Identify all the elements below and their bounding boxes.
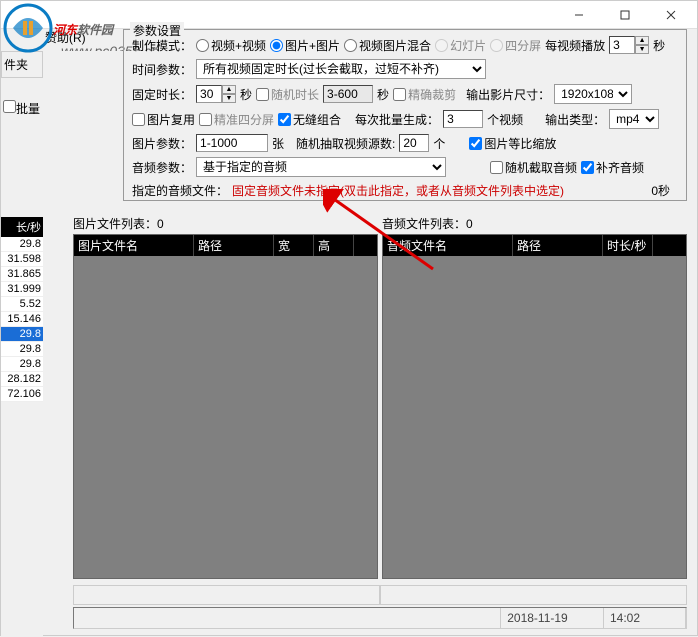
fieldset-legend: 参数设置 — [130, 22, 184, 39]
left-list-row[interactable]: 15.146 — [1, 312, 43, 327]
mode-label: 制作模式： — [132, 37, 192, 54]
fixed-len-label: 固定时长： — [132, 86, 192, 103]
output-type-label: 输出类型： — [545, 111, 605, 128]
duration-label: 时间参数： — [132, 61, 192, 78]
per-video-spinner[interactable]: ▲▼ — [609, 36, 649, 54]
batch-checkbox[interactable]: 批量 — [3, 102, 40, 116]
watermark-logo-area: 河东软件园 — [3, 3, 113, 53]
status-time: 14:02 — [604, 608, 686, 628]
batch-gen-unit: 个视频 — [487, 111, 523, 128]
fixed-len-unit: 秒 — [240, 86, 252, 103]
left-list-row[interactable]: 5.52 — [1, 297, 43, 312]
left-list-row[interactable]: 29.8 — [1, 237, 43, 252]
precise-quad-checkbox[interactable]: 精准四分屏 — [199, 111, 274, 128]
random-extract-unit: 个 — [433, 135, 445, 152]
left-list-row[interactable]: 31.999 — [1, 282, 43, 297]
mode-radio-mixed[interactable]: 视频图片混合 — [344, 37, 431, 54]
img-params-input[interactable] — [196, 134, 268, 152]
mode-radio-image[interactable]: 图片+图片 — [270, 37, 340, 54]
mode-radio-quad: 四分屏 — [490, 37, 541, 54]
fixed-len-spinner[interactable]: ▲▼ — [196, 85, 236, 103]
img-params-label: 图片参数： — [132, 135, 192, 152]
random-audio-checkbox[interactable]: 随机截取音频 — [490, 159, 577, 176]
pad-audio-checkbox[interactable]: 补齐音频 — [581, 159, 644, 176]
image-file-grid[interactable]: 图片文件名 路径 宽 高 — [73, 234, 378, 579]
aud-col-duration: 时长/秒 — [603, 235, 653, 256]
precise-crop-checkbox[interactable]: 精确裁剪 — [393, 86, 456, 103]
left-list-row[interactable]: 29.8 — [1, 342, 43, 357]
status-bar: 2018-11-19 14:02 — [73, 607, 687, 629]
status-date: 2018-11-19 — [501, 608, 604, 628]
mode-radio-video[interactable]: 视频+视频 — [196, 37, 266, 54]
img-col-name: 图片文件名 — [74, 235, 194, 256]
output-size-label: 输出影片尺寸： — [466, 86, 550, 103]
audio-file-time: 0秒 — [651, 182, 670, 199]
audio-params-select[interactable]: 基于指定的音频 — [196, 157, 446, 177]
bottom-dividers — [73, 585, 687, 605]
random-extract-input[interactable] — [399, 134, 429, 152]
random-len-input[interactable] — [323, 85, 373, 103]
left-list-row[interactable]: 28.182 — [1, 372, 43, 387]
left-list-row[interactable]: 29.8 — [1, 357, 43, 372]
mode-radio-slideshow: 幻灯片 — [435, 37, 486, 54]
params-fieldset: 参数设置 制作模式： 视频+视频 图片+图片 视频图片混合 幻灯片 四分屏 每视… — [123, 29, 687, 201]
batch-gen-label: 每次批量生成： — [355, 111, 439, 128]
audio-file-grid[interactable]: 音频文件名 路径 时长/秒 — [382, 234, 687, 579]
output-size-select[interactable]: 1920x1080 — [554, 84, 632, 104]
logo-icon — [3, 3, 53, 53]
img-col-width: 宽 — [274, 235, 314, 256]
per-video-label: 每视频播放 — [545, 37, 605, 54]
output-type-select[interactable]: mp4 — [609, 109, 659, 129]
maximize-button[interactable] — [602, 3, 647, 27]
annotation-arrow — [323, 189, 443, 279]
left-duration-list: 长/秒 29.831.59831.86531.9995.5215.14629.8… — [1, 217, 43, 402]
left-list-row[interactable]: 29.8 — [1, 327, 43, 342]
img-params-unit: 张 — [272, 135, 284, 152]
random-extract-label: 随机抽取视频源数: — [296, 135, 395, 152]
left-column: 件夹 批量 长/秒 29.831.59831.86531.9995.5215.1… — [1, 51, 43, 637]
left-list-row[interactable]: 31.865 — [1, 267, 43, 282]
img-col-path: 路径 — [194, 235, 274, 256]
random-len-checkbox[interactable]: 随机时长 — [256, 86, 319, 103]
aud-col-path: 路径 — [513, 235, 603, 256]
seamless-checkbox[interactable]: 无缝组合 — [278, 111, 341, 128]
audio-params-label: 音频参数： — [132, 159, 192, 176]
watermark-brand: 河东软件园 — [53, 18, 113, 39]
random-len-unit: 秒 — [377, 86, 389, 103]
img-scale-checkbox[interactable]: 图片等比缩放 — [469, 135, 556, 152]
batch-gen-input[interactable] — [443, 110, 483, 128]
duration-select[interactable]: 所有视频固定时长(过长会截取，过短不补齐) — [196, 59, 486, 79]
left-list-header: 长/秒 — [1, 217, 43, 237]
left-col-header: 件夹 — [1, 51, 43, 78]
close-button[interactable] — [648, 3, 693, 27]
left-list-row[interactable]: 31.598 — [1, 252, 43, 267]
audio-file-label: 指定的音频文件： — [132, 182, 228, 199]
img-reuse-checkbox[interactable]: 图片复用 — [132, 111, 195, 128]
minimize-button[interactable] — [556, 3, 601, 27]
left-list-row[interactable]: 72.106 — [1, 387, 43, 402]
per-video-unit: 秒 — [653, 37, 665, 54]
